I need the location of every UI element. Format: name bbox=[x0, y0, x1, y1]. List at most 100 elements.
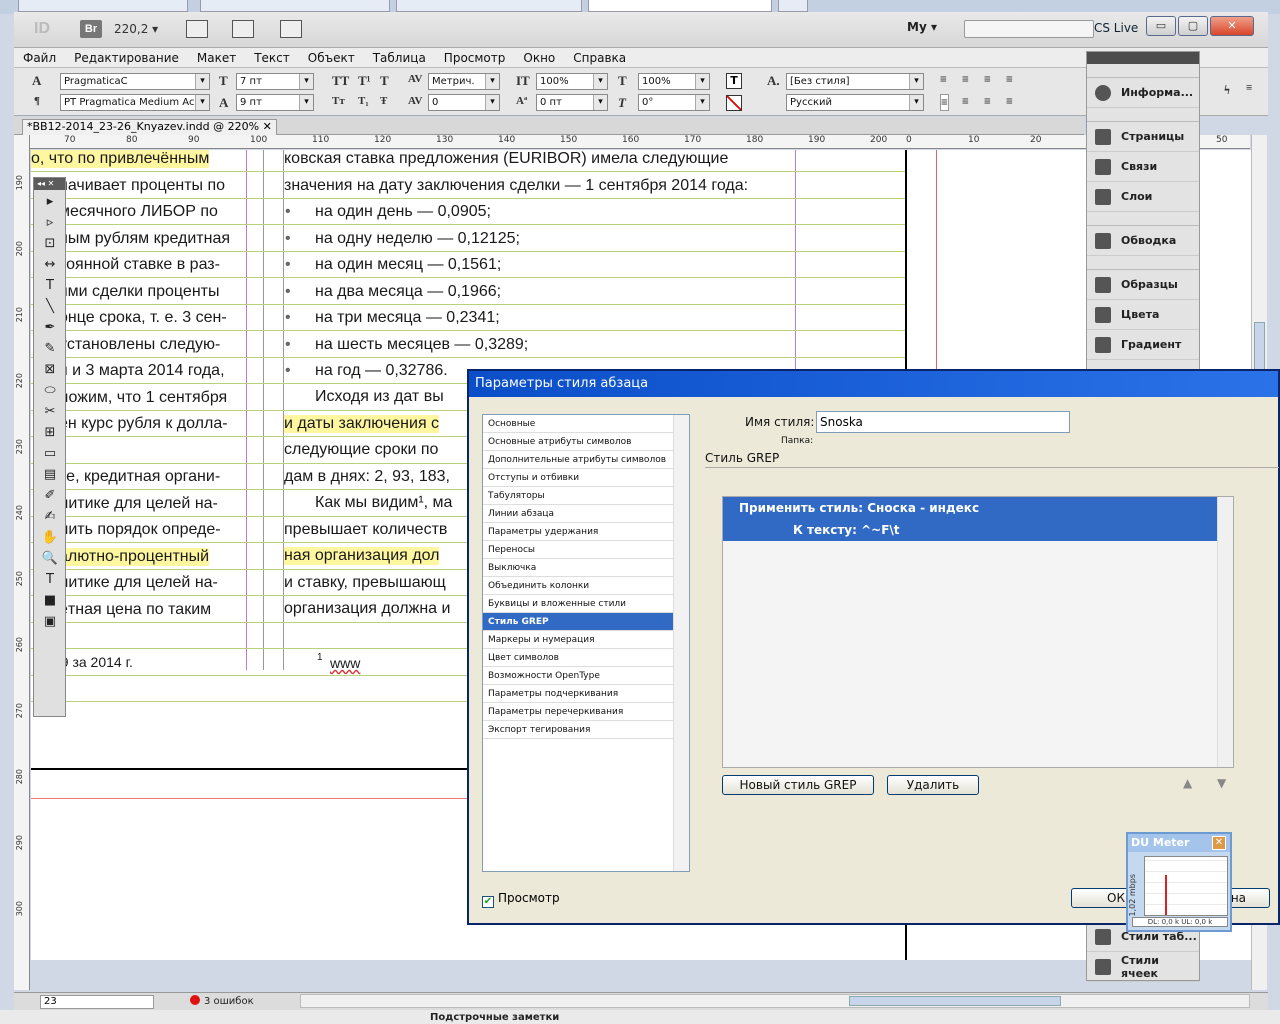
pencil-tool-icon[interactable]: ✎ bbox=[39, 340, 61, 358]
align-left-icon[interactable]: ≡ bbox=[940, 72, 947, 87]
font-size-field[interactable]: 7 пт bbox=[236, 73, 314, 90]
view-options-icon[interactable] bbox=[186, 20, 208, 38]
close-button[interactable]: ✕ bbox=[1210, 16, 1254, 36]
close-icon[interactable]: ✕ bbox=[1212, 836, 1226, 850]
fill-text-icon[interactable]: T bbox=[726, 73, 742, 89]
paragraph-mode-icon[interactable]: ¶ bbox=[34, 95, 40, 107]
category-list[interactable]: Основные Основные атрибуты символов Дополн… bbox=[482, 414, 690, 872]
close-tab-icon[interactable]: ✕ bbox=[263, 120, 272, 133]
screen-mode-icon[interactable] bbox=[232, 20, 254, 38]
vertical-ruler[interactable]: 190 200 210 220 230 240 250 260 270 280 … bbox=[14, 135, 30, 990]
category-item[interactable]: Выключка bbox=[483, 559, 673, 577]
align-right-icon[interactable]: ≡ bbox=[984, 72, 991, 87]
browser-tab[interactable] bbox=[778, 0, 808, 12]
category-item[interactable]: Возможности OpenType bbox=[483, 667, 673, 685]
category-item[interactable]: Основные атрибуты символов bbox=[483, 433, 673, 451]
justify-right-icon[interactable]: ≡ bbox=[984, 94, 991, 109]
document-tab[interactable]: *BB12-2014_23-26_Knyazev.indd @ 220% ✕ bbox=[22, 119, 277, 135]
panel-cell-styles[interactable]: Стили ячеек bbox=[1087, 952, 1199, 982]
page-tool-icon[interactable]: ⊡ bbox=[39, 235, 61, 253]
note-tool-icon[interactable]: ✐ bbox=[39, 487, 61, 505]
fill-swatch-icon[interactable]: ■ bbox=[39, 592, 61, 610]
free-transform-tool-icon[interactable]: ⊞ bbox=[39, 424, 61, 442]
new-grep-style-button[interactable]: Новый стиль GREP bbox=[722, 775, 874, 795]
zoom-level[interactable]: 220,2 ▾ bbox=[114, 22, 158, 36]
subscript-icon[interactable]: T₁ bbox=[358, 95, 369, 107]
horizontal-scale-field[interactable]: 100% bbox=[638, 73, 710, 90]
horizontal-ruler[interactable]: 70 80 90 100 110 120 130 140 150 160 170… bbox=[30, 135, 1250, 149]
workspace-switcher[interactable]: My ▾ bbox=[907, 20, 937, 34]
preflight-errors[interactable]: 3 ошибок bbox=[190, 995, 254, 1007]
preview-mode-icon[interactable]: ▣ bbox=[39, 613, 61, 631]
panel-info[interactable]: Информа... bbox=[1087, 78, 1199, 108]
baseline-shift-field[interactable]: 0 пт bbox=[536, 94, 608, 111]
category-item[interactable]: Объединить колонки bbox=[483, 577, 673, 595]
menu-view[interactable]: Просмотр bbox=[435, 51, 515, 65]
justify-all-icon[interactable]: ≡ bbox=[1006, 94, 1013, 109]
style-name-input[interactable]: Snoska bbox=[816, 411, 1070, 433]
type-tool-icon[interactable]: T bbox=[39, 277, 61, 295]
grep-scrollbar[interactable] bbox=[1217, 497, 1233, 767]
align-justify-icon[interactable]: ≡ bbox=[1006, 72, 1013, 87]
category-item[interactable]: Экспорт тегирования bbox=[483, 721, 673, 739]
category-item[interactable]: Параметры перечеркивания bbox=[483, 703, 673, 721]
arrange-documents-icon[interactable] bbox=[280, 20, 302, 38]
panel-swatches[interactable]: Образцы bbox=[1087, 270, 1199, 300]
category-item[interactable]: Буквицы и вложенные стили bbox=[483, 595, 673, 613]
selection-tool-icon[interactable]: ▸ bbox=[39, 193, 61, 211]
browser-tab[interactable] bbox=[200, 0, 390, 12]
grep-style-list[interactable]: Применить стиль: Сноска - индекс К текст… bbox=[722, 496, 1234, 768]
underline-icon[interactable]: T bbox=[380, 73, 389, 89]
panel-stroke[interactable]: Обводка bbox=[1087, 226, 1199, 256]
character-style-select[interactable]: [Без стиля] bbox=[786, 73, 924, 90]
panel-color[interactable]: Цвета bbox=[1087, 300, 1199, 330]
menu-window[interactable]: Окно bbox=[514, 51, 564, 65]
panel-menu-icon[interactable]: ≡ bbox=[1246, 82, 1252, 94]
rectangle-frame-tool-icon[interactable]: ⊠ bbox=[39, 361, 61, 379]
menu-edit[interactable]: Редактирование bbox=[65, 51, 188, 65]
font-style-select[interactable]: PT Pragmatica Medium Accent bbox=[60, 94, 210, 111]
browser-tab-active[interactable] bbox=[588, 0, 772, 12]
kerning-select[interactable]: Метрич. bbox=[428, 73, 500, 90]
category-item[interactable]: Цвет символов bbox=[483, 649, 673, 667]
leading-field[interactable]: 9 пт bbox=[236, 94, 314, 111]
fill-stroke-icon[interactable]: T bbox=[39, 571, 61, 589]
footnote-text[interactable]: www bbox=[330, 655, 360, 671]
scissors-tool-icon[interactable]: ✂ bbox=[39, 403, 61, 421]
grep-to-text-row[interactable]: К тексту: ^~F\t bbox=[723, 519, 1218, 541]
restore-button[interactable]: ▢ bbox=[1178, 16, 1208, 36]
character-mode-icon[interactable]: A bbox=[32, 73, 41, 89]
tools-panel-header[interactable]: ◂◂ ✕ bbox=[34, 178, 65, 190]
category-item[interactable]: Стиль GREP bbox=[483, 613, 673, 631]
eyedropper-tool-icon[interactable]: ✍ bbox=[39, 508, 61, 526]
move-up-icon[interactable]: ▲ bbox=[1183, 776, 1192, 790]
category-item[interactable]: Параметры удержания bbox=[483, 523, 673, 541]
skew-field[interactable]: 0° bbox=[638, 94, 710, 111]
strikethrough-icon[interactable]: Ŧ bbox=[380, 95, 387, 107]
panel-links[interactable]: Связи bbox=[1087, 152, 1199, 182]
minimize-button[interactable]: ▭ bbox=[1146, 16, 1176, 36]
category-scrollbar[interactable] bbox=[673, 415, 689, 871]
preview-checkbox[interactable]: ✔ Просмотр bbox=[482, 891, 560, 908]
category-item[interactable]: Линии абзаца bbox=[483, 505, 673, 523]
category-item[interactable]: Отступы и отбивки bbox=[483, 469, 673, 487]
dialog-title[interactable]: Параметры стиля абзаца bbox=[469, 371, 1278, 397]
delete-grep-button[interactable]: Удалить bbox=[887, 775, 979, 795]
dock-header[interactable] bbox=[1087, 52, 1199, 64]
direct-selection-tool-icon[interactable]: ▹ bbox=[39, 214, 61, 232]
page-number-field[interactable]: 23 bbox=[40, 995, 154, 1009]
category-item[interactable]: Дополнительные атрибуты символов bbox=[483, 451, 673, 469]
du-meter-widget[interactable]: DU Meter ✕ 1,02 mbps DL: 0,0 k UL: 0,0 k bbox=[1126, 832, 1232, 932]
move-down-icon[interactable]: ▼ bbox=[1217, 776, 1226, 790]
category-item[interactable]: Табуляторы bbox=[483, 487, 673, 505]
checkmark-icon[interactable]: ✔ bbox=[482, 896, 494, 908]
browser-tab[interactable] bbox=[18, 0, 188, 12]
vertical-scale-field[interactable]: 100% bbox=[536, 73, 608, 90]
superscript-icon[interactable]: T¹ bbox=[358, 73, 371, 89]
horizontal-scrollbar[interactable] bbox=[300, 994, 1250, 1008]
ellipse-tool-icon[interactable]: ⬭ bbox=[39, 382, 61, 400]
hand-tool-icon[interactable]: ✋ bbox=[39, 529, 61, 547]
grep-apply-style-row[interactable]: Применить стиль: Сноска - индекс bbox=[723, 497, 1218, 519]
zoom-tool-icon[interactable]: 🔍 bbox=[39, 550, 61, 568]
justify-left-icon[interactable]: ≡ bbox=[940, 94, 949, 111]
